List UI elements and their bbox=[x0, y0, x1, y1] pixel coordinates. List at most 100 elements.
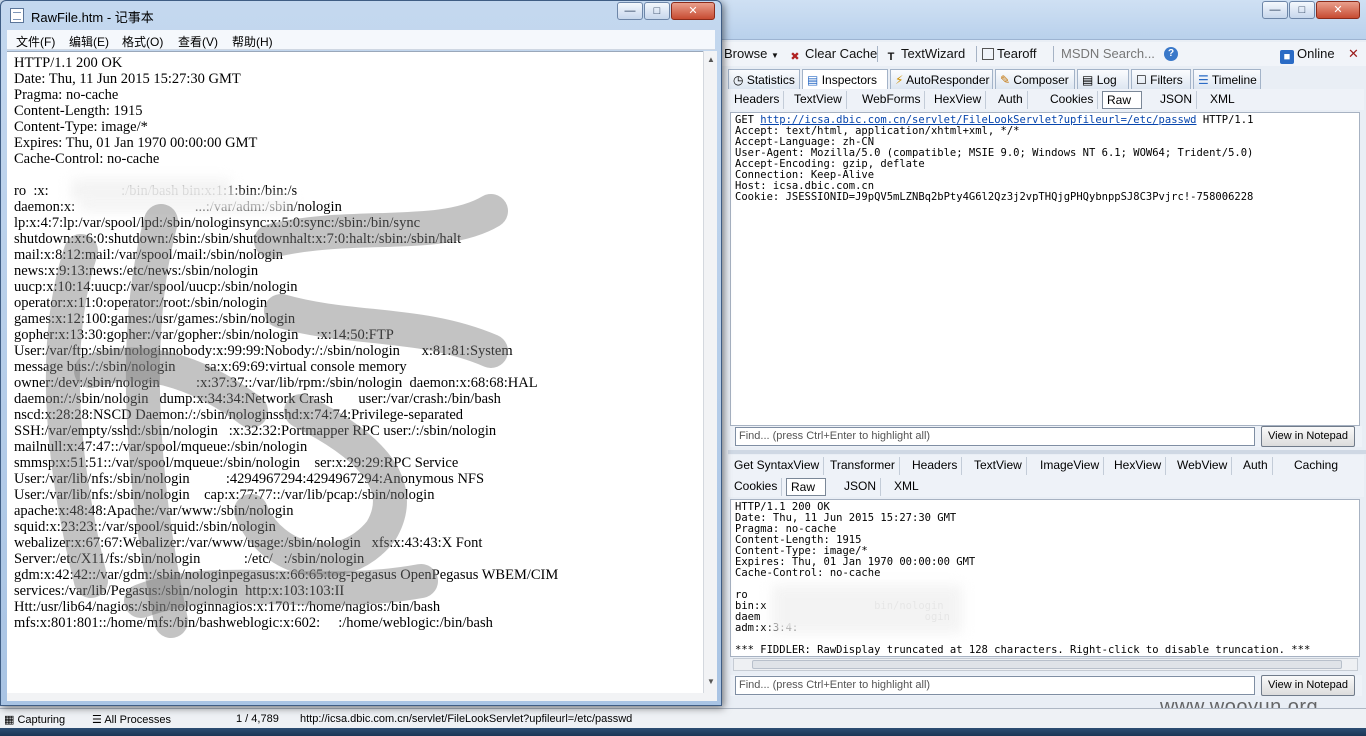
resp-tab-transformer[interactable]: Transformer bbox=[826, 457, 900, 475]
maximize-button[interactable]: □ bbox=[1289, 1, 1315, 19]
notepad-window: RawFile.htm - 记事本 — □ ✕ 文件(F) 编辑(E) 格式(O… bbox=[0, 0, 722, 706]
tab-label: Statistics bbox=[746, 73, 795, 87]
tab-label: Log bbox=[1096, 73, 1117, 87]
browse-button[interactable]: Browse ▼ bbox=[724, 46, 779, 61]
req-tab-xml[interactable]: XML bbox=[1206, 91, 1239, 109]
composer-icon: ✎ bbox=[1000, 73, 1011, 87]
menu-bar: 文件(F) 编辑(E) 格式(O) 查看(V) 帮助(H) bbox=[7, 30, 715, 50]
response-raw-pane[interactable]: HTTP/1.1 200 OK Date: Thu, 11 Jun 2015 15… bbox=[730, 499, 1360, 657]
response-find-bar: Find... (press Ctrl+Enter to highlight a… bbox=[730, 675, 1362, 696]
resp-tab-cookies[interactable]: Cookies bbox=[730, 478, 783, 496]
redaction-blur bbox=[772, 585, 962, 633]
resp-tab-xml[interactable]: XML bbox=[890, 478, 923, 496]
maximize-button[interactable]: □ bbox=[644, 2, 670, 20]
req-tab-cookies[interactable]: Cookies bbox=[1046, 91, 1099, 109]
log-icon: ▤ bbox=[1082, 73, 1094, 87]
text-line: Content-Length: 1915 bbox=[14, 103, 143, 119]
request-header-line: Cookie: JSESSIONID=J9pQV5mLZNBq2bPty4G6l… bbox=[735, 191, 1254, 203]
resp-tab-auth[interactable]: Auth bbox=[1239, 457, 1273, 475]
resp-tab-raw[interactable]: Raw bbox=[786, 478, 826, 496]
resp-tab-json[interactable]: JSON bbox=[840, 478, 882, 496]
close-button[interactable]: ✕ bbox=[671, 2, 715, 20]
lightning-icon: ⚡ bbox=[895, 73, 904, 87]
tearoff-button[interactable]: Tearoff bbox=[982, 46, 1037, 61]
textwizard-icon: T bbox=[887, 51, 895, 63]
tab-label: Inspectors bbox=[821, 73, 878, 87]
status-bar: ▦ Capturing ☰ All Processes 1 / 4,789 ht… bbox=[0, 708, 1366, 728]
req-tab-hexview[interactable]: HexView bbox=[930, 91, 987, 109]
windows-taskbar bbox=[0, 728, 1366, 736]
main-tabs: ◷ Statistics ▤ Inspectors ⚡ AutoResponde… bbox=[726, 69, 1366, 90]
close-toolbar-icon[interactable]: ✕ bbox=[1348, 46, 1359, 62]
statistics-icon: ◷ bbox=[733, 73, 744, 87]
resp-tab-headers[interactable]: Headers bbox=[908, 457, 963, 475]
msdn-search-input[interactable]: MSDN Search... bbox=[1058, 44, 1164, 64]
clear-cache-button[interactable]: ✖ Clear Cache bbox=[788, 46, 877, 64]
chevron-down-icon: ▼ bbox=[770, 51, 779, 60]
scroll-up-icon[interactable]: ▲ bbox=[707, 55, 715, 64]
tab-statistics[interactable]: ◷ Statistics bbox=[728, 69, 800, 89]
req-tab-json[interactable]: JSON bbox=[1156, 91, 1198, 109]
minimize-button[interactable]: — bbox=[1262, 1, 1288, 19]
textwizard-label: TextWizard bbox=[901, 46, 966, 61]
tab-inspectors[interactable]: ▤ Inspectors bbox=[802, 69, 888, 90]
tab-composer[interactable]: ✎ Composer bbox=[995, 69, 1075, 89]
response-inspector-tabs-row1: Get SyntaxView Transformer Headers TextV… bbox=[728, 455, 1364, 476]
truncation-notice: *** FIDDLER: RawDisplay truncated at 128… bbox=[735, 644, 1311, 656]
response-inspector-tabs-row2: Cookies Raw JSON XML bbox=[728, 476, 1364, 497]
capture-icon: ▦ bbox=[4, 714, 15, 726]
close-button[interactable]: ✕ bbox=[1316, 1, 1360, 19]
resp-tab-textview[interactable]: TextView bbox=[970, 457, 1027, 475]
menu-file[interactable]: 文件(F) bbox=[16, 33, 55, 50]
resp-tab-caching[interactable]: Caching bbox=[1290, 457, 1342, 475]
tab-autoresponder[interactable]: ⚡ AutoResponder bbox=[890, 69, 993, 89]
vertical-scrollbar[interactable]: ▲ ▼ bbox=[703, 51, 717, 693]
window-bottom-border bbox=[7, 693, 717, 701]
scroll-down-icon[interactable]: ▼ bbox=[707, 677, 715, 686]
req-tab-webforms[interactable]: WebForms bbox=[858, 91, 926, 109]
timeline-icon: ☰ bbox=[1198, 73, 1209, 87]
tab-label: Timeline bbox=[1211, 73, 1257, 87]
help-icon[interactable]: ? bbox=[1164, 47, 1178, 61]
tab-filters[interactable]: ☐ Filters bbox=[1131, 69, 1191, 89]
pane-splitter[interactable] bbox=[728, 450, 1366, 454]
req-tab-auth[interactable]: Auth bbox=[994, 91, 1028, 109]
toolbar-divider bbox=[877, 46, 878, 62]
response-find-input[interactable]: Find... (press Ctrl+Enter to highlight a… bbox=[735, 676, 1255, 695]
resp-tab-hexview[interactable]: HexView bbox=[1110, 457, 1167, 475]
redaction-scribble bbox=[45, 194, 508, 638]
tab-timeline[interactable]: ☰ Timeline bbox=[1193, 69, 1261, 89]
menu-edit[interactable]: 编辑(E) bbox=[69, 33, 109, 50]
response-line: Cache-Control: no-cache bbox=[735, 567, 881, 579]
menu-help[interactable]: 帮助(H) bbox=[232, 33, 273, 50]
textwizard-button[interactable]: T TextWizard bbox=[884, 46, 966, 64]
request-find-input[interactable]: Find... (press Ctrl+Enter to highlight a… bbox=[735, 427, 1255, 446]
clear-cache-label: Clear Cache bbox=[805, 46, 878, 61]
inspectors-icon: ▤ bbox=[807, 73, 819, 87]
tab-log[interactable]: ▤ Log bbox=[1077, 69, 1129, 89]
menu-view[interactable]: 查看(V) bbox=[178, 33, 218, 50]
checkbox-icon: ☐ bbox=[1136, 73, 1147, 87]
capturing-toggle[interactable]: ▦ Capturing bbox=[4, 713, 65, 726]
resp-tab-syntaxview[interactable]: Get SyntaxView bbox=[730, 457, 825, 475]
status-url: http://icsa.dbic.com.cn/servlet/FileLook… bbox=[300, 713, 633, 725]
horizontal-scrollbar[interactable] bbox=[733, 658, 1358, 671]
request-raw-pane[interactable]: GET http://icsa.dbic.com.cn/servlet/File… bbox=[730, 112, 1360, 426]
online-indicator[interactable]: ■ Online bbox=[1280, 46, 1335, 64]
menu-format[interactable]: 格式(O) bbox=[122, 33, 163, 50]
request-inspector-tabs: Headers TextView WebForms HexView Auth C… bbox=[728, 89, 1364, 110]
online-label: Online bbox=[1297, 46, 1335, 61]
scrollbar-thumb[interactable] bbox=[752, 660, 1342, 669]
minimize-button[interactable]: — bbox=[617, 2, 643, 20]
process-filter[interactable]: ☰ All Processes bbox=[92, 713, 171, 726]
text-line: Date: Thu, 11 Jun 2015 15:27:30 GMT bbox=[14, 71, 241, 87]
request-view-in-notepad-button[interactable]: View in Notepad bbox=[1261, 426, 1355, 447]
req-tab-headers[interactable]: Headers bbox=[730, 91, 785, 109]
req-tab-textview[interactable]: TextView bbox=[790, 91, 847, 109]
process-filter-label: All Processes bbox=[104, 714, 171, 726]
resp-tab-webview[interactable]: WebView bbox=[1173, 457, 1233, 475]
window-title: RawFile.htm - 记事本 bbox=[31, 10, 154, 25]
response-view-in-notepad-button[interactable]: View in Notepad bbox=[1261, 675, 1355, 696]
resp-tab-imageview[interactable]: ImageView bbox=[1036, 457, 1105, 475]
req-tab-raw[interactable]: Raw bbox=[1102, 91, 1142, 109]
